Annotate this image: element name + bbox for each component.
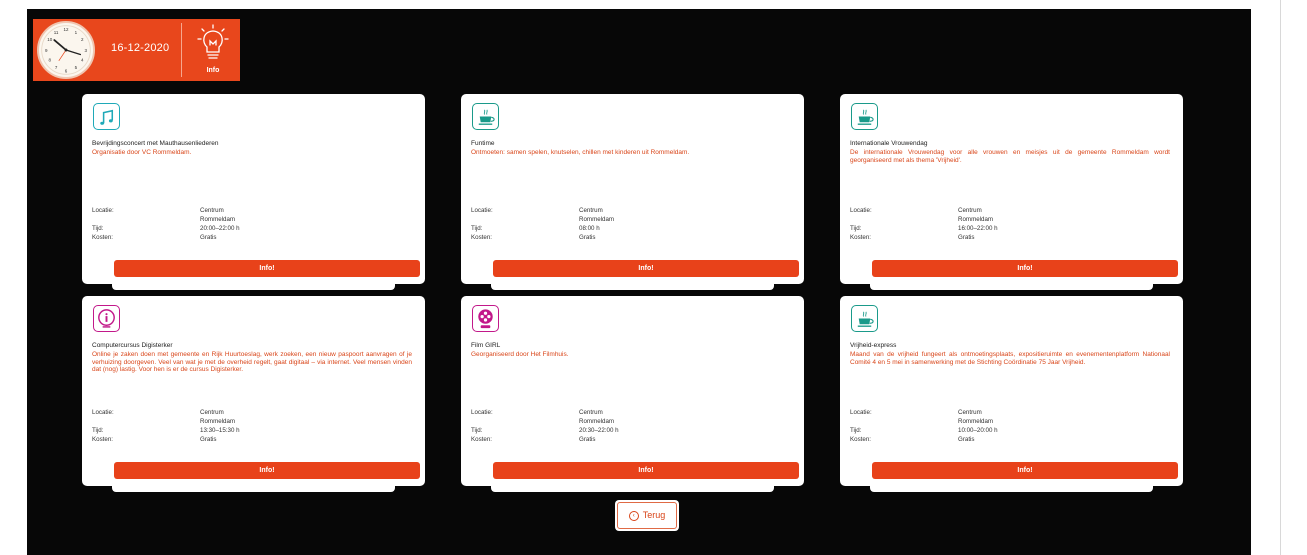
back-button-frame: ‹ Terug <box>617 502 677 529</box>
event-description: De internationale Vrouwendag voor alle v… <box>850 149 1170 164</box>
location-line1: Centrum <box>958 409 982 416</box>
event-description: Organisatie door VC Rommeldam. <box>92 149 192 156</box>
card-tab <box>112 284 395 290</box>
window-border <box>1280 0 1281 555</box>
event-title: Internationale Vrouwendag <box>850 140 928 147</box>
cost-value: Gratis <box>958 436 975 443</box>
svg-text:12: 12 <box>63 27 69 32</box>
location-line1: Centrum <box>958 207 982 214</box>
location-label: Locatie: <box>92 409 114 416</box>
time-value: 10:00–20:00 h <box>958 427 998 434</box>
info-icon <box>93 305 120 332</box>
event-card: Computercursus Digisterker Online je zak… <box>82 296 425 486</box>
time-label: Tijd: <box>471 427 483 434</box>
event-title: Bevrijdingsconcert met Mauthausenliedere… <box>92 140 219 147</box>
time-value: 20:00–22:00 h <box>200 225 240 232</box>
cost-label: Kosten: <box>92 436 113 443</box>
event-description: Maand van de vrijheid fungeert als ontmo… <box>850 351 1170 366</box>
location-line2: Rommeldam <box>200 418 236 425</box>
time-label: Tijd: <box>92 225 104 232</box>
info-button[interactable]: Info! <box>114 462 420 479</box>
location-line1: Centrum <box>200 409 224 416</box>
time-label: Tijd: <box>850 225 862 232</box>
card-tab <box>112 486 395 492</box>
location-line2: Rommeldam <box>579 418 615 425</box>
event-card: Vrijheid-express Maand van de vrijheid f… <box>840 296 1183 486</box>
lightbulb-icon <box>197 24 229 59</box>
location-label: Locatie: <box>471 207 493 214</box>
music-icon <box>93 103 120 130</box>
event-description: Ontmoeten: samen spelen, knutselen, chil… <box>471 149 690 156</box>
event-title: Computercursus Digisterker <box>92 342 173 349</box>
card-tab <box>491 284 774 290</box>
card-tab <box>491 486 774 492</box>
current-date: 16-12-2020 <box>111 42 170 54</box>
time-label: Tijd: <box>92 427 104 434</box>
info-button[interactable]: Info! <box>493 462 799 479</box>
info-label: Info <box>206 67 220 74</box>
header-divider <box>181 23 182 77</box>
event-card: Internationale Vrouwendag De internation… <box>840 94 1183 284</box>
back-arrow-icon: ‹ <box>628 511 639 521</box>
event-card: Film GIRL Georganiseerd door Het Filmhui… <box>461 296 804 486</box>
cost-value: Gratis <box>200 436 217 443</box>
event-title: Vrijheid-express <box>850 342 897 349</box>
time-label: Tijd: <box>850 427 862 434</box>
info-button[interactable]: Info! <box>114 260 420 277</box>
cost-value: Gratis <box>579 436 596 443</box>
cost-label: Kosten: <box>92 234 113 241</box>
location-label: Locatie: <box>850 409 872 416</box>
cost-label: Kosten: <box>850 436 871 443</box>
cost-value: Gratis <box>579 234 596 241</box>
cost-label: Kosten: <box>471 234 492 241</box>
location-line1: Centrum <box>579 409 603 416</box>
info-button[interactable]: Info! <box>872 462 1178 479</box>
card-tab <box>870 486 1153 492</box>
svg-text:10: 10 <box>47 37 53 42</box>
location-line2: Rommeldam <box>200 216 236 223</box>
time-value: 20:30–22:00 h <box>579 427 619 434</box>
back-button-label: Terug <box>642 510 666 520</box>
svg-text:11: 11 <box>54 30 59 35</box>
card-tab <box>870 284 1153 290</box>
back-button[interactable]: ‹ Terug <box>615 500 679 531</box>
location-label: Locatie: <box>92 207 114 214</box>
event-card: Bevrijdingsconcert met Mauthausenliedere… <box>82 94 425 284</box>
location-line1: Centrum <box>579 207 603 214</box>
time-value: 13:30–15:30 h <box>200 427 240 434</box>
event-title: Film GIRL <box>471 342 501 349</box>
cost-label: Kosten: <box>850 234 871 241</box>
location-line2: Rommeldam <box>958 216 994 223</box>
event-title: Funtime <box>471 140 495 147</box>
location-line2: Rommeldam <box>579 216 615 223</box>
event-description: Georganiseerd door Het Filmhuis. <box>471 351 569 358</box>
time-value: 08:00 h <box>579 225 600 232</box>
location-line2: Rommeldam <box>958 418 994 425</box>
time-value: 16:00–22:00 h <box>958 225 998 232</box>
coffee-icon <box>851 305 878 332</box>
cost-value: Gratis <box>958 234 975 241</box>
clock-icon: 12 1 2 345 678 9 10 11 <box>37 21 95 79</box>
event-description: Online je zaken doen met gemeente en Rij… <box>92 351 412 373</box>
info-button[interactable]: Info! <box>493 260 799 277</box>
film-reel-icon <box>472 305 499 332</box>
location-label: Locatie: <box>471 409 493 416</box>
time-label: Tijd: <box>471 225 483 232</box>
cost-label: Kosten: <box>471 436 492 443</box>
event-card: Funtime Ontmoeten: samen spelen, knutsel… <box>461 94 804 284</box>
info-button[interactable]: Info! <box>872 260 1178 277</box>
info-button[interactable]: Info <box>189 21 237 79</box>
cost-value: Gratis <box>200 234 217 241</box>
location-label: Locatie: <box>850 207 872 214</box>
coffee-icon <box>472 103 499 130</box>
location-line1: Centrum <box>200 207 224 214</box>
header-bar: 12 1 2 345 678 9 10 11 16-12-2020 Info <box>33 19 240 81</box>
coffee-icon <box>851 103 878 130</box>
